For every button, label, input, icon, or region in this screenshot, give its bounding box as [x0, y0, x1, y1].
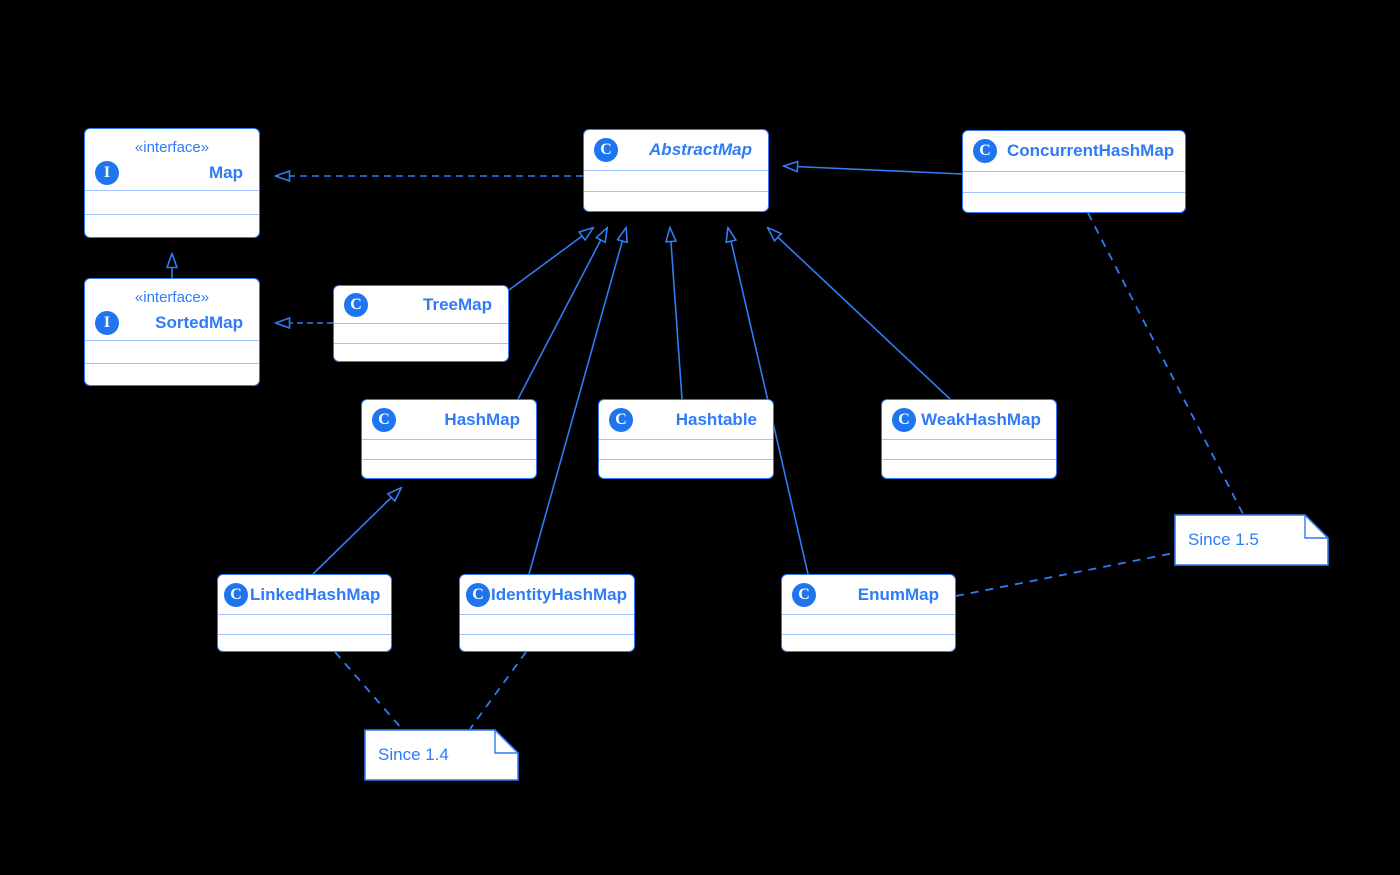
interface-icon: I	[95, 161, 119, 185]
edge-concurrenthashmap-note	[1087, 212, 1244, 515]
uml-class-diagram: «interface» I Map «interface» I SortedMa…	[0, 0, 1400, 875]
edge-weakhashmap-extends-abstractmap	[768, 228, 951, 400]
operations-compartment	[334, 344, 508, 361]
operations-compartment	[882, 460, 1056, 478]
class-box-identityhashmap[interactable]: C IdentityHashMap	[459, 574, 635, 652]
class-icon: C	[372, 407, 396, 432]
operations-compartment	[218, 635, 391, 651]
edge-identityhashmap-note	[469, 651, 527, 730]
class-box-sortedmap[interactable]: «interface» I SortedMap	[84, 278, 260, 386]
class-name-label: Hashtable	[675, 409, 757, 429]
class-icon: C	[973, 139, 997, 163]
operations-compartment	[963, 193, 1185, 212]
class-name-label: AbstractMap	[649, 140, 752, 159]
class-icon: C	[224, 582, 248, 607]
edge-concurrenthashmap-extends-abstractmap	[784, 166, 963, 175]
attributes-compartment	[362, 440, 536, 460]
class-box-hashtable[interactable]: C Hashtable	[598, 399, 774, 479]
attributes-compartment	[599, 440, 773, 460]
class-name-label: EnumMap	[857, 584, 939, 604]
operations-compartment	[599, 460, 773, 478]
class-icon: C	[466, 582, 490, 607]
class-box-enummap[interactable]: C EnumMap	[781, 574, 956, 652]
class-box-abstractmap[interactable]: C AbstractMap	[583, 129, 769, 212]
note-text: Since 1.4	[378, 745, 449, 764]
attributes-compartment	[85, 191, 259, 215]
class-name-label: WeakHashMap	[921, 409, 1041, 429]
edge-linkedhashmap-note	[334, 651, 403, 730]
attributes-compartment	[584, 171, 768, 192]
class-box-map[interactable]: «interface» I Map	[84, 128, 260, 238]
stereotype-label: «interface»	[134, 139, 210, 156]
operations-compartment	[85, 215, 259, 237]
attributes-compartment	[85, 341, 259, 364]
class-icon: C	[792, 582, 816, 607]
class-box-hashmap[interactable]: C HashMap	[361, 399, 537, 479]
class-name-label: LinkedHashMap	[250, 584, 381, 604]
class-name-label: HashMap	[444, 409, 520, 429]
operations-compartment	[85, 364, 259, 385]
operations-compartment	[782, 635, 955, 651]
class-icon: C	[609, 407, 633, 432]
class-icon: C	[594, 138, 618, 162]
attributes-compartment	[334, 324, 508, 344]
class-box-concurrenthashmap[interactable]: C ConcurrentHashMap	[962, 130, 1186, 213]
edge-hashmap-extends-abstractmap	[517, 228, 607, 400]
edge-enummap-note	[955, 552, 1175, 597]
attributes-compartment	[218, 615, 391, 635]
note-since-1-4[interactable]: Since 1.4	[364, 729, 519, 781]
class-icon: C	[892, 407, 916, 432]
class-box-linkedhashmap[interactable]: C LinkedHashMap	[217, 574, 392, 652]
edge-linkedhashmap-extends-hashmap	[312, 488, 401, 575]
class-name-label: TreeMap	[423, 294, 492, 314]
class-name-label: Map	[209, 163, 243, 182]
class-icon: C	[344, 292, 368, 317]
attributes-compartment	[882, 440, 1056, 460]
attributes-compartment	[963, 172, 1185, 193]
stereotype-label: «interface»	[134, 289, 210, 306]
class-name-label: SortedMap	[155, 313, 243, 332]
note-text: Since 1.5	[1188, 530, 1259, 549]
class-box-weakhashmap[interactable]: C WeakHashMap	[881, 399, 1057, 479]
attributes-compartment	[782, 615, 955, 635]
note-since-1-5[interactable]: Since 1.5	[1174, 514, 1329, 566]
class-name-label: ConcurrentHashMap	[1007, 141, 1175, 160]
operations-compartment	[460, 635, 634, 651]
edge-treemap-extends-abstractmap	[508, 228, 593, 291]
class-box-treemap[interactable]: C TreeMap	[333, 285, 509, 362]
class-name-label: IdentityHashMap	[491, 584, 628, 604]
attributes-compartment	[460, 615, 634, 635]
operations-compartment	[362, 460, 536, 478]
interface-icon: I	[95, 311, 119, 335]
operations-compartment	[584, 192, 768, 211]
edge-hashtable-extends-abstractmap	[670, 228, 683, 400]
